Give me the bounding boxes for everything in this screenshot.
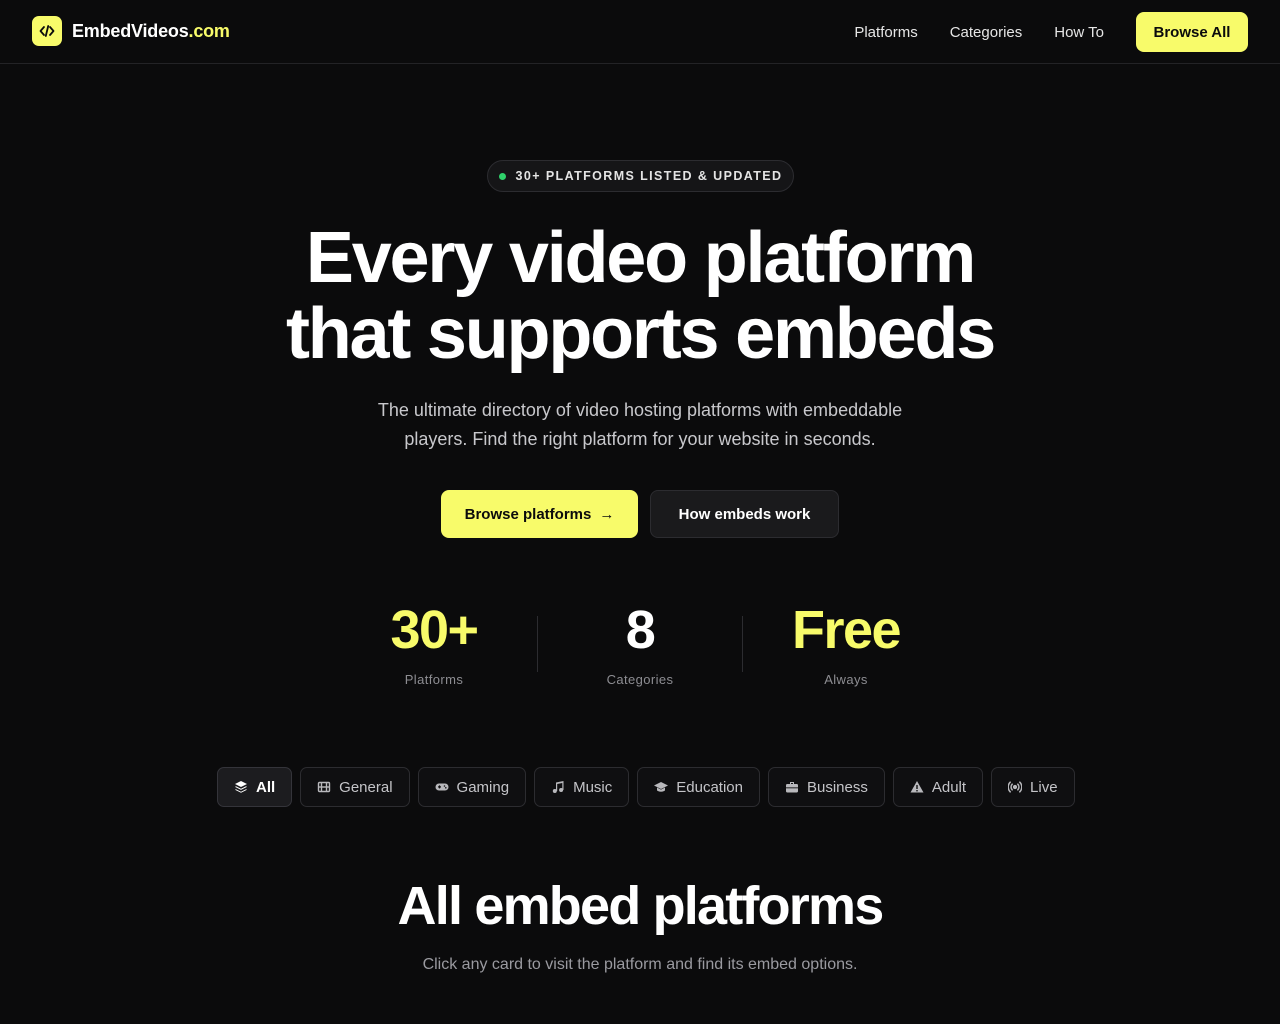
- filter-chip-label: General: [339, 778, 393, 796]
- status-dot-icon: [498, 172, 506, 180]
- filter-chip-music[interactable]: Music: [534, 767, 630, 807]
- filter-chip-label: Education: [676, 778, 743, 796]
- stat-categories-label: Categories: [606, 672, 674, 687]
- hero-subtitle: The ultimate directory of video hosting …: [340, 396, 940, 454]
- stat-platforms: 30+ Platforms: [334, 598, 534, 687]
- stat-categories: 8 Categories: [540, 598, 740, 687]
- badge-text: 30+ PLATFORMS LISTED & UPDATED: [515, 169, 783, 183]
- filter-chip-business[interactable]: Business: [767, 767, 885, 807]
- stat-free-label: Always: [824, 672, 868, 687]
- briefcase-icon: [785, 780, 799, 794]
- film-icon: [317, 780, 331, 794]
- stat-divider: [742, 616, 743, 672]
- site-name-main: EmbedVideos: [72, 20, 189, 41]
- warning-icon: [910, 780, 924, 794]
- nav-link-categories[interactable]: Categories: [950, 24, 1023, 41]
- code-brackets-icon: [32, 16, 62, 46]
- hero-title: Every video platform that supports embed…: [0, 220, 1280, 372]
- filter-chip-label: Adult: [931, 778, 967, 796]
- top-navigation-bar: EmbedVideos.com Platforms Categories How…: [0, 0, 1280, 64]
- how-embeds-work-button[interactable]: How embeds work: [650, 490, 839, 538]
- hero-subtitle-line-2: players. Find the right platform for you…: [404, 429, 876, 449]
- hero-subtitle-line-1: The ultimate directory of video hosting …: [377, 400, 903, 420]
- filter-chip-general[interactable]: General: [300, 767, 410, 807]
- main-nav: Platforms Categories How To Browse All: [854, 12, 1248, 52]
- filter-chip-label: Live: [1030, 778, 1058, 796]
- filter-chip-label: Business: [806, 778, 868, 796]
- stat-platforms-value: 30+: [390, 600, 479, 660]
- graduation-cap-icon: [654, 780, 669, 794]
- filter-chip-adult[interactable]: Adult: [892, 767, 984, 807]
- stat-free-value: Free: [791, 600, 902, 660]
- section-title: All embed platforms: [397, 876, 885, 936]
- hero-title-line-1: Every video platform: [305, 218, 976, 298]
- stat-platforms-label: Platforms: [404, 672, 464, 687]
- browse-platforms-label: Browse platforms: [464, 505, 592, 523]
- music-note-icon: [551, 780, 565, 794]
- hero-title-line-2: that supports embeds: [285, 294, 996, 374]
- arrow-right-icon: →: [599, 505, 615, 523]
- nav-link-platforms[interactable]: Platforms: [854, 24, 917, 41]
- filter-chip-label: All: [256, 778, 276, 796]
- gamepad-icon: [435, 780, 449, 794]
- filter-chip-all[interactable]: All: [217, 767, 293, 807]
- stat-categories-value: 8: [625, 600, 656, 660]
- category-filter-bar: All General Gaming Music Education Busin…: [217, 767, 1083, 807]
- site-logo[interactable]: EmbedVideos.com: [32, 16, 230, 46]
- browse-platforms-button[interactable]: Browse platforms →: [441, 490, 638, 538]
- browse-all-button[interactable]: Browse All: [1136, 12, 1248, 52]
- section-subtitle: Click any card to visit the platform and…: [422, 956, 858, 973]
- layers-icon: [234, 780, 248, 794]
- stat-divider: [537, 616, 538, 672]
- site-name: EmbedVideos.com: [72, 21, 230, 42]
- filter-chip-education[interactable]: Education: [637, 767, 760, 807]
- filter-chip-label: Music: [573, 778, 613, 796]
- site-name-tld: .com: [188, 20, 230, 41]
- filter-chip-live[interactable]: Live: [991, 767, 1075, 807]
- nav-link-how-to[interactable]: How To: [1054, 24, 1104, 41]
- filter-chip-gaming[interactable]: Gaming: [417, 767, 527, 807]
- filter-chip-label: Gaming: [456, 778, 510, 796]
- stat-free: Free Always: [746, 598, 946, 687]
- platforms-count-badge: 30+ PLATFORMS LISTED & UPDATED: [487, 160, 794, 192]
- broadcast-icon: [1008, 780, 1023, 794]
